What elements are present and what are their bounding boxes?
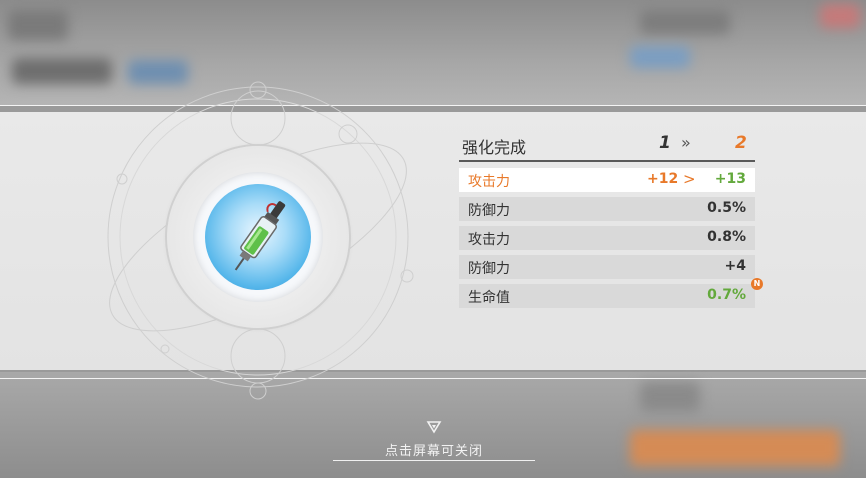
stat-name: 攻击力 [468, 174, 510, 190]
stat-row-main: 攻击力 +12 > +13 [459, 168, 755, 192]
stat-value: 0.8% [707, 229, 746, 245]
stat-name: 防御力 [468, 261, 510, 277]
level-to: 2 [735, 133, 747, 153]
enhance-complete-title: 强化完成 [462, 138, 527, 157]
stat-name: 生命值 [468, 290, 510, 306]
stat-name: 攻击力 [468, 232, 510, 248]
stat-row: 防御力 +4 [459, 255, 755, 279]
new-badge: N [751, 278, 763, 290]
stat-new-value: +13 [714, 171, 746, 187]
syringe-icon [234, 201, 286, 271]
stat-value: 0.5% [707, 200, 746, 216]
enhance-stats-panel: 强化完成 1 » 2 攻击力 +12 > +13 防御力 0.5% 攻击力 0.… [459, 130, 763, 308]
level-from: 1 [659, 133, 671, 153]
stat-value: 0.7% [707, 287, 746, 303]
stat-row-new: 生命值 0.7% N [459, 278, 763, 308]
triangle-down-icon [426, 421, 442, 434]
close-hint-text: 点击屏幕可关闭 [384, 444, 483, 459]
stat-value: +4 [724, 258, 746, 274]
close-screen-hint[interactable]: 点击屏幕可关闭 [333, 420, 535, 462]
stat-row: 防御力 0.5% [459, 197, 755, 221]
stat-row: 攻击力 0.8% [459, 226, 755, 250]
close-hint-underline [333, 460, 535, 461]
stat-old-value: +12 [647, 171, 679, 187]
chevron-right-icon: > [683, 170, 696, 188]
stat-name: 防御力 [468, 203, 510, 219]
enhance-title-row: 强化完成 1 » 2 [459, 130, 755, 162]
double-chevron-right-icon: » [681, 133, 691, 152]
